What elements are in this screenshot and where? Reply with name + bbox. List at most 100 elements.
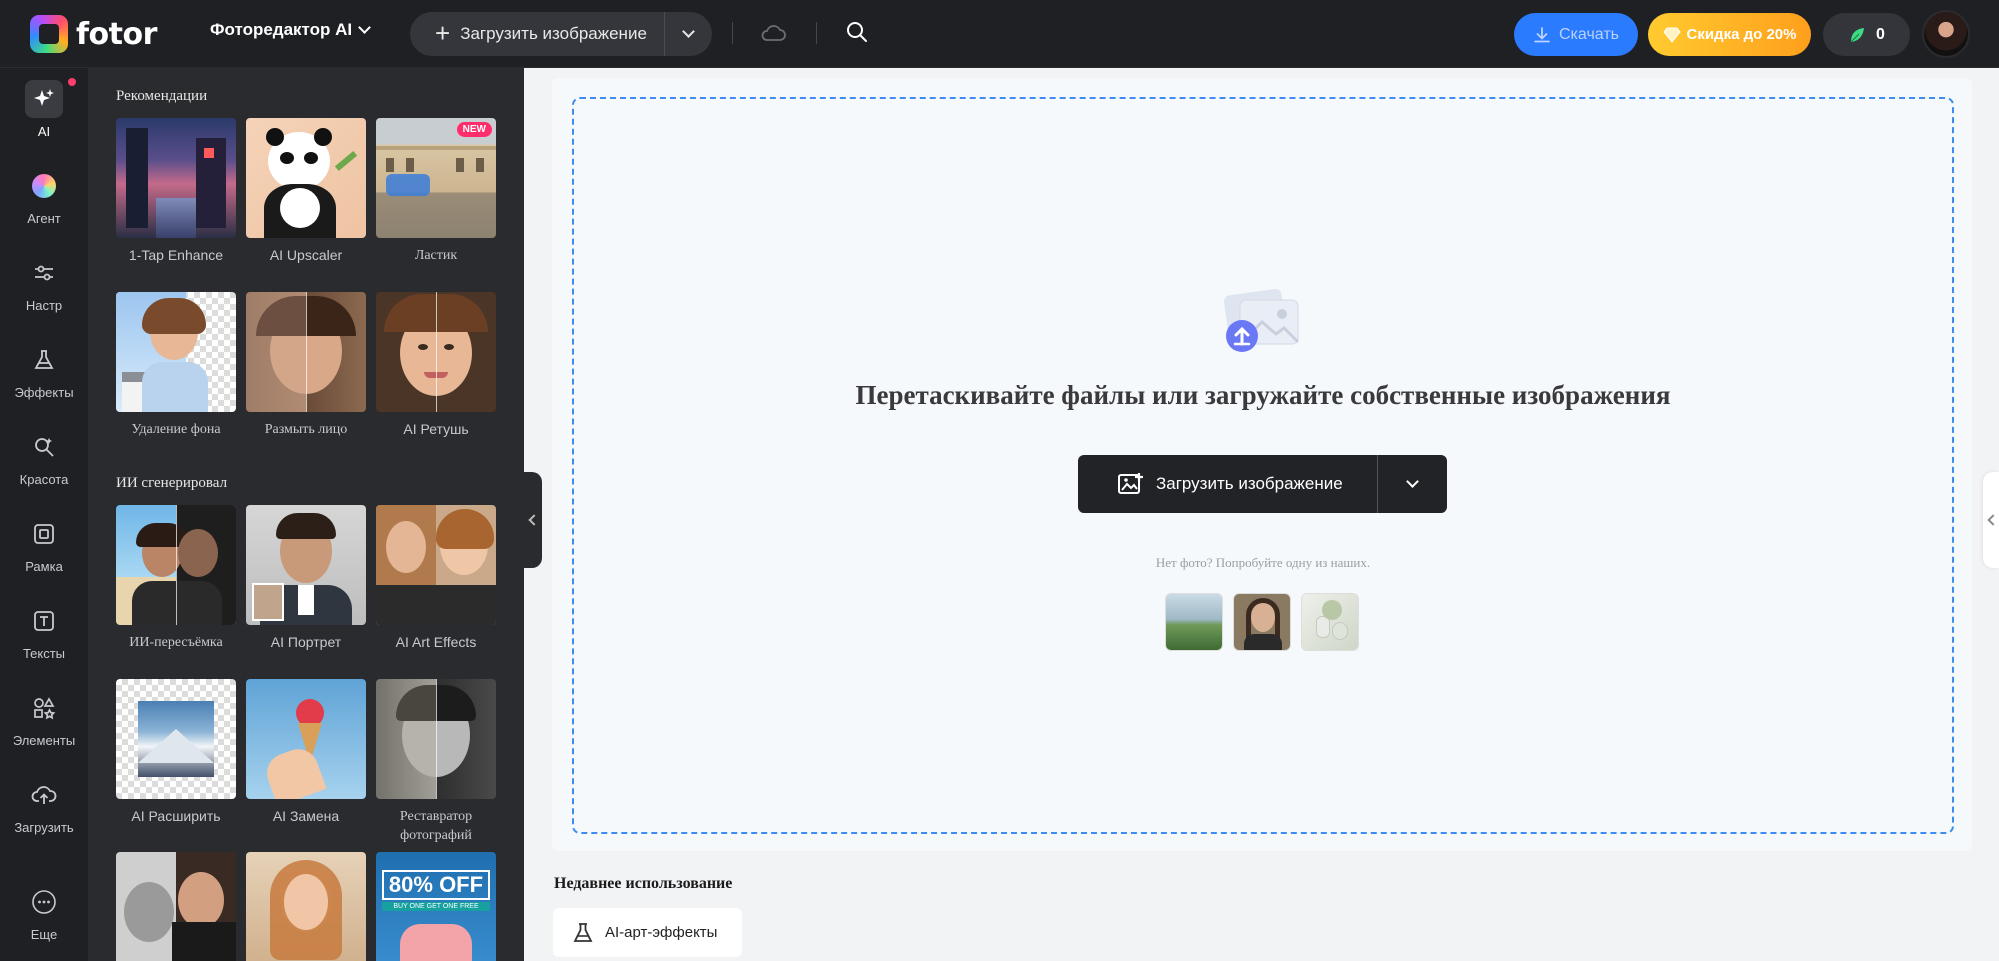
tool-ai-retouch[interactable]: AI Ретушь xyxy=(376,292,496,439)
tool-label: AI Замена xyxy=(272,808,340,824)
rail-item-upload[interactable]: Загрузить xyxy=(0,776,88,856)
tool-card[interactable] xyxy=(116,852,236,961)
rail-label: Настр xyxy=(25,298,63,313)
tool-ai-expand[interactable]: AI Расширить xyxy=(116,679,236,826)
tool-card[interactable]: 80% OFF BUY ONE GET ONE FREE xyxy=(376,852,496,961)
frame-icon xyxy=(25,515,63,553)
rail-item-frame[interactable]: Рамка xyxy=(0,515,88,595)
tool-label: AI Art Effects xyxy=(395,634,477,650)
rail-item-agent[interactable]: Агент xyxy=(0,167,88,247)
thumbnail xyxy=(116,679,236,799)
rail-label: Рамка xyxy=(25,559,63,574)
recent-title: Недавнее использование xyxy=(554,875,733,892)
rail-item-beauty[interactable]: Красота xyxy=(0,428,88,508)
thumbnail xyxy=(246,852,366,961)
tool-ai-portrait[interactable]: AI Портрет xyxy=(246,505,366,652)
dropzone-title: Перетаскивайте файлы или загружайте собс… xyxy=(855,380,1671,410)
rail-label: Загрузить xyxy=(14,820,74,835)
tool-label: Реставратор фотографий xyxy=(399,809,473,843)
left-rail: AI Агент Настр Эффекты Красота Рамка Тек… xyxy=(0,68,88,961)
chevron-down-icon xyxy=(682,25,695,38)
tool-eraser[interactable]: NEW Ластик xyxy=(376,118,496,265)
chevron-left-icon xyxy=(527,514,540,526)
main-upload-dropdown[interactable] xyxy=(1378,455,1447,513)
tool-ai-upscaler[interactable]: AI Upscaler xyxy=(246,118,366,265)
magic-wand-icon xyxy=(25,428,63,466)
text-icon xyxy=(25,602,63,640)
chevron-left-icon xyxy=(1986,514,1999,526)
main-upload-button[interactable]: Загрузить изображение xyxy=(1078,455,1378,513)
tool-photo-restorer[interactable]: Реставратор фотографий xyxy=(376,679,496,845)
discount-button[interactable]: Скидка до 20% xyxy=(1648,13,1811,56)
tool-label: AI Расширить xyxy=(131,808,221,824)
credits-count: 0 xyxy=(1876,25,1885,43)
logo-text: fotor xyxy=(76,16,157,52)
promo-subtext: BUY ONE GET ONE FREE xyxy=(382,902,490,911)
promo-text: 80% OFF xyxy=(382,870,490,900)
editor-mode-dropdown[interactable]: Фоторедактор AI xyxy=(210,20,372,40)
recent-item-ai-art-effects[interactable]: AI-арт-эффекты xyxy=(553,908,742,957)
rail-item-elements[interactable]: Элементы xyxy=(0,689,88,769)
logo-icon xyxy=(30,15,68,53)
tool-label: AI Upscaler xyxy=(269,247,343,263)
tool-ai-replace[interactable]: AI Замена xyxy=(246,679,366,826)
sample-photo-still-life[interactable] xyxy=(1301,593,1359,651)
color-orb-icon xyxy=(25,167,63,205)
expand-right-panel-button[interactable] xyxy=(1983,472,1999,568)
user-avatar[interactable] xyxy=(1922,10,1970,58)
sliders-icon xyxy=(25,254,63,292)
search-icon[interactable] xyxy=(845,20,869,44)
rail-item-effects[interactable]: Эффекты xyxy=(0,341,88,421)
top-upload-dropdown[interactable] xyxy=(665,12,712,56)
chevron-down-icon xyxy=(358,21,372,34)
thumbnail xyxy=(246,292,366,412)
tool-1-tap-enhance[interactable]: 1-Tap Enhance xyxy=(116,118,236,265)
thumbnail xyxy=(376,679,496,799)
thumbnail xyxy=(116,118,236,238)
flask-icon xyxy=(573,922,593,942)
tool-label: ИИ-пересъёмка xyxy=(129,635,223,650)
top-upload-button[interactable]: + Загрузить изображение xyxy=(410,12,665,56)
sample-photo-landscape[interactable] xyxy=(1165,593,1223,651)
rail-item-ai[interactable]: AI xyxy=(0,80,88,160)
tool-remove-background[interactable]: Удаление фона xyxy=(116,292,236,439)
sample-photo-portrait[interactable] xyxy=(1233,593,1291,651)
thumbnail: 80% OFF BUY ONE GET ONE FREE xyxy=(376,852,496,961)
fotor-logo[interactable]: fotor xyxy=(30,15,157,53)
tool-ai-reshoot[interactable]: ИИ-пересъёмка xyxy=(116,505,236,652)
collapse-panel-button[interactable] xyxy=(522,472,542,568)
rail-label: Тексты xyxy=(22,646,66,661)
new-badge: NEW xyxy=(456,122,492,137)
cloud-icon[interactable] xyxy=(760,22,786,44)
download-button[interactable]: Скачать xyxy=(1514,13,1638,56)
thumbnail xyxy=(246,118,366,238)
tool-ai-art-effects[interactable]: AI Art Effects xyxy=(376,505,496,652)
rail-item-adjust[interactable]: Настр xyxy=(0,254,88,334)
tool-label: Ластик xyxy=(414,248,458,263)
rail-label: Еще xyxy=(30,927,58,942)
rail-label: Элементы xyxy=(12,733,76,748)
rail-item-text[interactable]: Тексты xyxy=(0,602,88,682)
rail-label: AI xyxy=(37,124,51,139)
credits-button[interactable]: 0 xyxy=(1823,13,1910,56)
top-upload-label: Загрузить изображение xyxy=(460,24,647,43)
tool-label: 1-Tap Enhance xyxy=(128,247,224,263)
main-upload-group: Загрузить изображение xyxy=(1078,455,1447,513)
tool-label: AI Ретушь xyxy=(403,421,469,437)
download-icon xyxy=(1534,26,1550,42)
leaf-icon xyxy=(1850,27,1865,42)
rail-item-more[interactable]: Еще xyxy=(0,883,88,961)
discount-label: Скидка до 20% xyxy=(1686,26,1797,43)
chevron-down-icon xyxy=(1406,475,1419,488)
divider xyxy=(732,22,733,44)
section-title-recommendations: Рекомендации xyxy=(116,88,208,104)
thumbnail xyxy=(376,292,496,412)
tool-label: Размыть лицо xyxy=(264,422,348,437)
tool-card[interactable] xyxy=(246,852,366,961)
tool-blur-face[interactable]: Размыть лицо xyxy=(246,292,366,439)
thumbnail xyxy=(116,505,236,625)
section-title-ai-generated: ИИ сгенерировал xyxy=(116,475,228,491)
upload-image-icon xyxy=(1223,288,1300,352)
sparkle-icon xyxy=(25,80,63,118)
download-label: Скачать xyxy=(1559,25,1619,43)
